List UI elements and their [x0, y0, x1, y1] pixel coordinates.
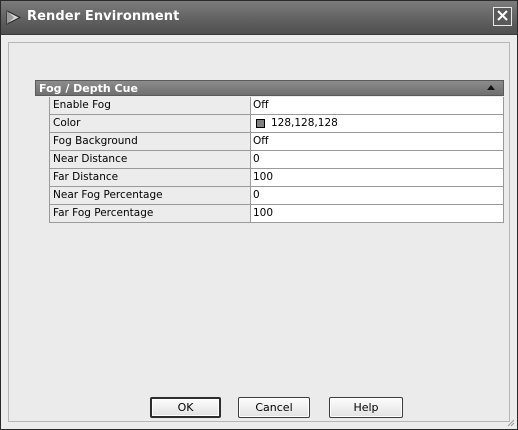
- property-label: Color: [50, 115, 251, 132]
- property-row-far-distance[interactable]: Far Distance 100: [50, 168, 503, 186]
- property-value-near-fog-percentage[interactable]: 0: [251, 187, 503, 204]
- value-text: 0: [253, 189, 260, 201]
- property-value-fog-background[interactable]: Off: [251, 133, 503, 150]
- property-row-fog-background[interactable]: Fog Background Off: [50, 132, 503, 150]
- property-value-color[interactable]: 128,128,128: [251, 115, 503, 132]
- property-row-near-distance[interactable]: Near Distance 0: [50, 150, 503, 168]
- section-header-fog[interactable]: Fog / Depth Cue: [35, 80, 504, 96]
- title-bar[interactable]: Render Environment: [1, 1, 517, 35]
- app-icon: [6, 10, 22, 25]
- property-value-far-distance[interactable]: 100: [251, 169, 503, 186]
- property-row-color[interactable]: Color 128,128,128: [50, 114, 503, 132]
- collapse-up-icon[interactable]: [487, 85, 495, 90]
- property-label: Enable Fog: [50, 97, 251, 114]
- value-text: Off: [253, 135, 269, 147]
- section-title: Fog / Depth Cue: [39, 82, 138, 95]
- value-text: 128,128,128: [271, 117, 338, 129]
- button-bar: OK Cancel Help: [1, 397, 517, 421]
- resize-grip-icon[interactable]: [505, 417, 515, 427]
- property-value-far-fog-percentage[interactable]: 100: [251, 205, 503, 222]
- value-text: 0: [253, 153, 260, 165]
- property-label: Near Fog Percentage: [50, 187, 251, 204]
- property-row-enable-fog[interactable]: Enable Fog Off: [50, 97, 503, 114]
- property-label: Far Distance: [50, 169, 251, 186]
- property-value-enable-fog[interactable]: Off: [251, 97, 503, 114]
- color-swatch[interactable]: [256, 119, 265, 128]
- ok-button[interactable]: OK: [150, 397, 221, 418]
- property-row-near-fog-percentage[interactable]: Near Fog Percentage 0: [50, 186, 503, 204]
- close-icon: [496, 9, 509, 25]
- value-text: 100: [253, 171, 274, 183]
- property-value-near-distance[interactable]: 0: [251, 151, 503, 168]
- help-button[interactable]: Help: [329, 397, 403, 418]
- property-label: Far Fog Percentage: [50, 205, 251, 222]
- render-environment-dialog: Render Environment Fog / Depth Cue Enabl…: [0, 0, 518, 430]
- value-text: 100: [253, 207, 274, 219]
- property-grid: Enable Fog Off Color 128,128,128 Fog Bac…: [49, 97, 504, 223]
- value-text: Off: [253, 99, 269, 111]
- close-button[interactable]: [493, 7, 512, 26]
- property-row-far-fog-percentage[interactable]: Far Fog Percentage 100: [50, 204, 503, 222]
- property-label: Fog Background: [50, 133, 251, 150]
- property-label: Near Distance: [50, 151, 251, 168]
- window-title: Render Environment: [27, 9, 180, 24]
- cancel-button[interactable]: Cancel: [238, 397, 310, 418]
